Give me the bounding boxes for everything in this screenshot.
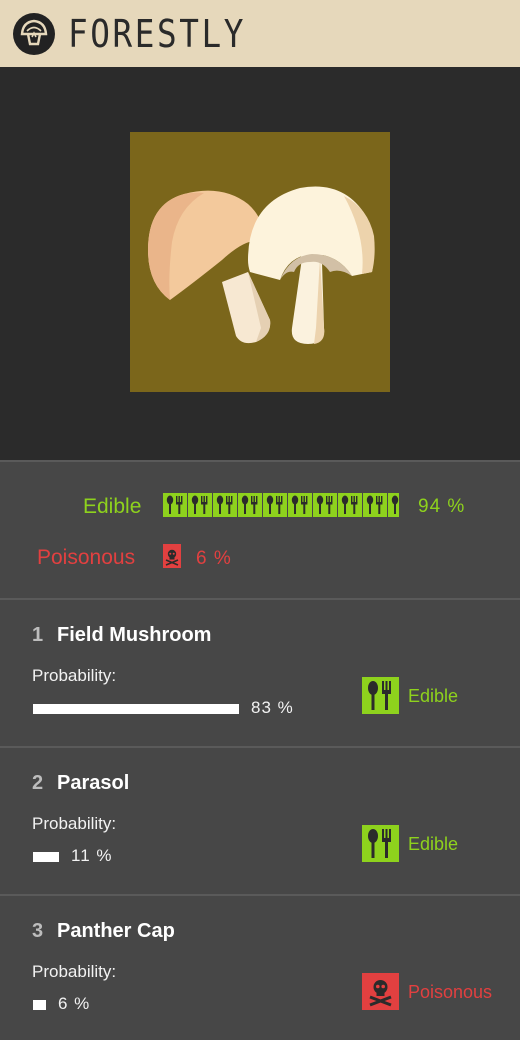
probability-label: Probability: [32, 666, 117, 685]
cutlery-icon [163, 493, 188, 517]
probability-label: Probability: [32, 814, 117, 833]
cutlery-icon [263, 493, 288, 517]
result-card[interactable]: 2 Parasol Probability: 11 % Edible [0, 748, 520, 894]
probability-percent: 6 % [58, 994, 91, 1013]
mushroom-photo[interactable] [130, 132, 390, 392]
edible-summary-percent: 94 % [418, 496, 466, 517]
probability-bar [33, 704, 239, 714]
divider [0, 746, 520, 748]
probability-bar [33, 852, 59, 862]
poisonous-summary-percent: 6 % [196, 548, 232, 569]
class-label: Poisonous [408, 982, 493, 1002]
brand-title: FORESTLY [68, 12, 247, 56]
probability-percent: 83 % [251, 698, 294, 717]
divider [0, 894, 520, 896]
result-rank: 1 [32, 624, 44, 646]
class-label: Edible [408, 834, 459, 854]
probability-label: Probability: [32, 962, 117, 981]
cutlery-icon [213, 493, 238, 517]
cutlery-icon [313, 493, 338, 517]
skull-icon [362, 973, 399, 1010]
probability-percent: 11 % [71, 846, 113, 865]
cutlery-icon [363, 493, 388, 517]
cutlery-icon [238, 493, 263, 517]
edible-probability-bar [163, 493, 399, 517]
mushroom-logo-icon[interactable] [13, 13, 55, 55]
result-name: Panther Cap [57, 920, 175, 942]
cutlery-icon [188, 493, 213, 517]
result-name: Field Mushroom [57, 624, 212, 646]
image-viewer [0, 67, 520, 460]
cutlery-icon [338, 493, 363, 517]
cutlery-icon [362, 825, 399, 862]
app-header: FORESTLY [0, 0, 520, 67]
result-card[interactable]: 3 Panther Cap Probability: 6 % Poisonous [0, 896, 520, 1040]
result-card[interactable]: 1 Field Mushroom Probability: 83 % Edible [0, 600, 520, 746]
classification-summary: Edible 94 % Poisonous 6 % [0, 462, 520, 598]
class-label: Edible [408, 686, 459, 706]
edible-summary-label: Edible [83, 495, 142, 518]
cutlery-icon [288, 493, 313, 517]
poisonous-probability-bar [163, 544, 181, 568]
cutlery-icon [388, 493, 399, 517]
result-rank: 3 [32, 920, 44, 942]
result-rank: 2 [32, 772, 44, 794]
cutlery-icon [362, 677, 399, 714]
result-name: Parasol [57, 772, 130, 794]
probability-bar [33, 1000, 46, 1010]
poisonous-summary-label: Poisonous [37, 546, 136, 569]
